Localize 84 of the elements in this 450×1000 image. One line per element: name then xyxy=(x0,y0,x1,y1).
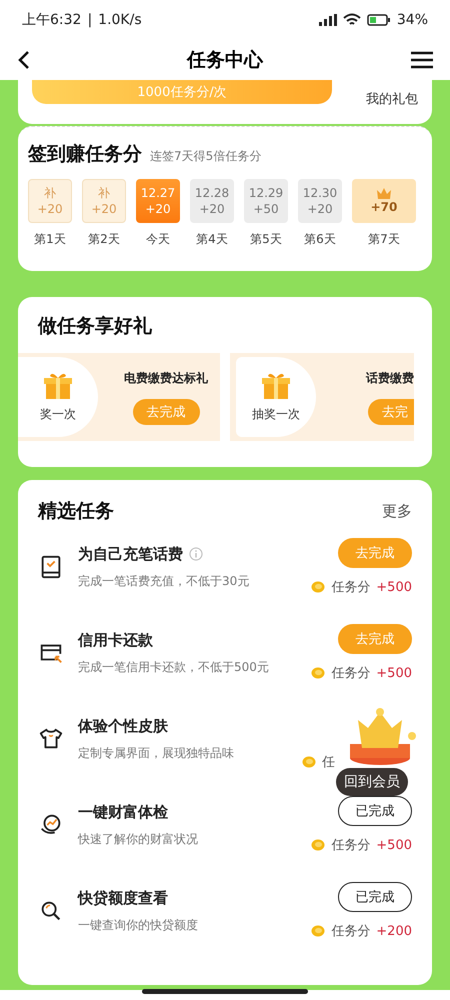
status-separator: | xyxy=(87,12,92,28)
gift-box-icon xyxy=(261,372,291,400)
task-title: 体验个性皮肤 xyxy=(78,716,168,736)
day-reward: +20 xyxy=(145,201,171,217)
gift-task-card[interactable]: 抽奖一次 话费缴费 去完 xyxy=(230,353,414,441)
coin-icon xyxy=(311,838,326,852)
day-label: 今天 xyxy=(146,231,170,248)
day-date: 12.30 xyxy=(302,185,338,201)
prize-label: 抽奖一次 xyxy=(252,406,300,422)
day-reward: +20 xyxy=(37,201,63,217)
day-date: 补 xyxy=(44,185,56,201)
day-label: 第2天 xyxy=(88,231,120,248)
task-title: 快贷额度查看 xyxy=(78,888,168,908)
points-value: +200 xyxy=(376,924,412,938)
gift-task-title: 电费缴费达标礼 xyxy=(124,370,208,386)
signal-icon xyxy=(318,14,337,26)
battery-icon xyxy=(366,14,391,26)
day-date: 12.29 xyxy=(248,185,284,201)
check-in-day-tile[interactable]: 12.27 +20 xyxy=(136,179,180,223)
info-icon[interactable] xyxy=(189,547,203,561)
check-in-day-tile[interactable]: 12.29 +50 xyxy=(244,179,288,223)
back-to-member-button[interactable]: 回到会员 xyxy=(336,768,408,796)
points-value: +500 xyxy=(376,580,412,594)
prize-label: 奖一次 xyxy=(40,406,76,422)
task-description: 完成一笔信用卡还款，不低于500元 xyxy=(78,658,270,676)
completed-button[interactable]: 已完成 xyxy=(338,796,412,826)
completed-button[interactable]: 已完成 xyxy=(338,882,412,912)
check-in-day-tile[interactable]: 补 +20 xyxy=(82,179,126,223)
coin-icon xyxy=(311,666,326,680)
complete-button[interactable]: 去完 xyxy=(368,398,414,424)
task-title: 信用卡还款 xyxy=(78,630,153,650)
section-title: 做任务享好礼 xyxy=(36,314,153,339)
day-date: 12.28 xyxy=(194,185,230,201)
section-title: 精选任务 xyxy=(38,499,114,524)
day-reward: +20 xyxy=(199,201,225,217)
back-icon[interactable] xyxy=(16,49,32,71)
task-description: 完成一笔话费充值，不低于30元 xyxy=(78,572,250,590)
day-reward: +50 xyxy=(253,201,279,217)
day-label: 第5天 xyxy=(250,231,282,248)
check-in-day-tile[interactable]: 12.30 +20 xyxy=(298,179,342,223)
complete-button[interactable]: 去完成 xyxy=(132,398,200,424)
more-link[interactable]: 更多 xyxy=(382,502,412,520)
day-label: 第6天 xyxy=(304,231,336,248)
check-in-day-tile[interactable]: 12.28 +20 xyxy=(190,179,234,223)
day-date: 12.27 xyxy=(140,185,176,201)
day-label: 第1天 xyxy=(34,231,66,248)
complete-button[interactable]: 去完成 xyxy=(338,538,412,568)
points-label: 任务分 xyxy=(331,579,370,596)
points-label: 任务分 xyxy=(331,665,370,682)
wifi-icon xyxy=(342,13,361,27)
points-label: 任 xyxy=(322,754,335,771)
points-value: +500 xyxy=(376,838,412,852)
day-label: 第7天 xyxy=(368,231,400,248)
section-title: 签到赚任务分 xyxy=(28,142,142,167)
day-reward: +20 xyxy=(307,201,333,217)
points-value: +500 xyxy=(376,666,412,680)
coin-icon xyxy=(311,924,326,938)
points-label: 任务分 xyxy=(331,837,370,854)
task-title: 为自己充笔话费 xyxy=(78,544,183,564)
crown-icon xyxy=(376,187,392,199)
battery-level: 34% xyxy=(396,12,428,28)
points-label: 任务分 xyxy=(331,923,370,940)
coin-icon xyxy=(311,580,326,594)
complete-button[interactable]: 去完成 xyxy=(338,624,412,654)
gift-task-card[interactable]: 奖一次 电费缴费达标礼 去完成 xyxy=(18,353,220,441)
day-reward: +70 xyxy=(370,199,398,215)
task-description: 快速了解你的财富状况 xyxy=(78,830,199,848)
task-description: 一键查询你的快贷额度 xyxy=(78,916,199,934)
check-in-day-tile[interactable]: +70 xyxy=(352,179,416,223)
gift-box-icon xyxy=(43,372,73,400)
task-title: 一键财富体检 xyxy=(78,802,168,822)
my-gifts-link[interactable]: 我的礼包 xyxy=(366,90,418,108)
status-time: 上午6:32 xyxy=(22,11,82,29)
section-subtitle: 连签7天得5倍任务分 xyxy=(150,148,262,165)
day-reward: +20 xyxy=(91,201,117,217)
menu-icon[interactable] xyxy=(410,50,434,70)
day-label: 第4天 xyxy=(196,231,228,248)
day-date: 补 xyxy=(98,185,110,201)
page-title: 任务中心 xyxy=(187,48,263,73)
gift-task-title: 话费缴费 xyxy=(366,370,414,386)
task-description: 定制专属界面，展现独特品味 xyxy=(78,744,235,762)
check-in-day-tile[interactable]: 补 +20 xyxy=(28,179,72,223)
coin-icon xyxy=(302,755,316,769)
network-speed: 1.0K/s xyxy=(98,12,142,28)
